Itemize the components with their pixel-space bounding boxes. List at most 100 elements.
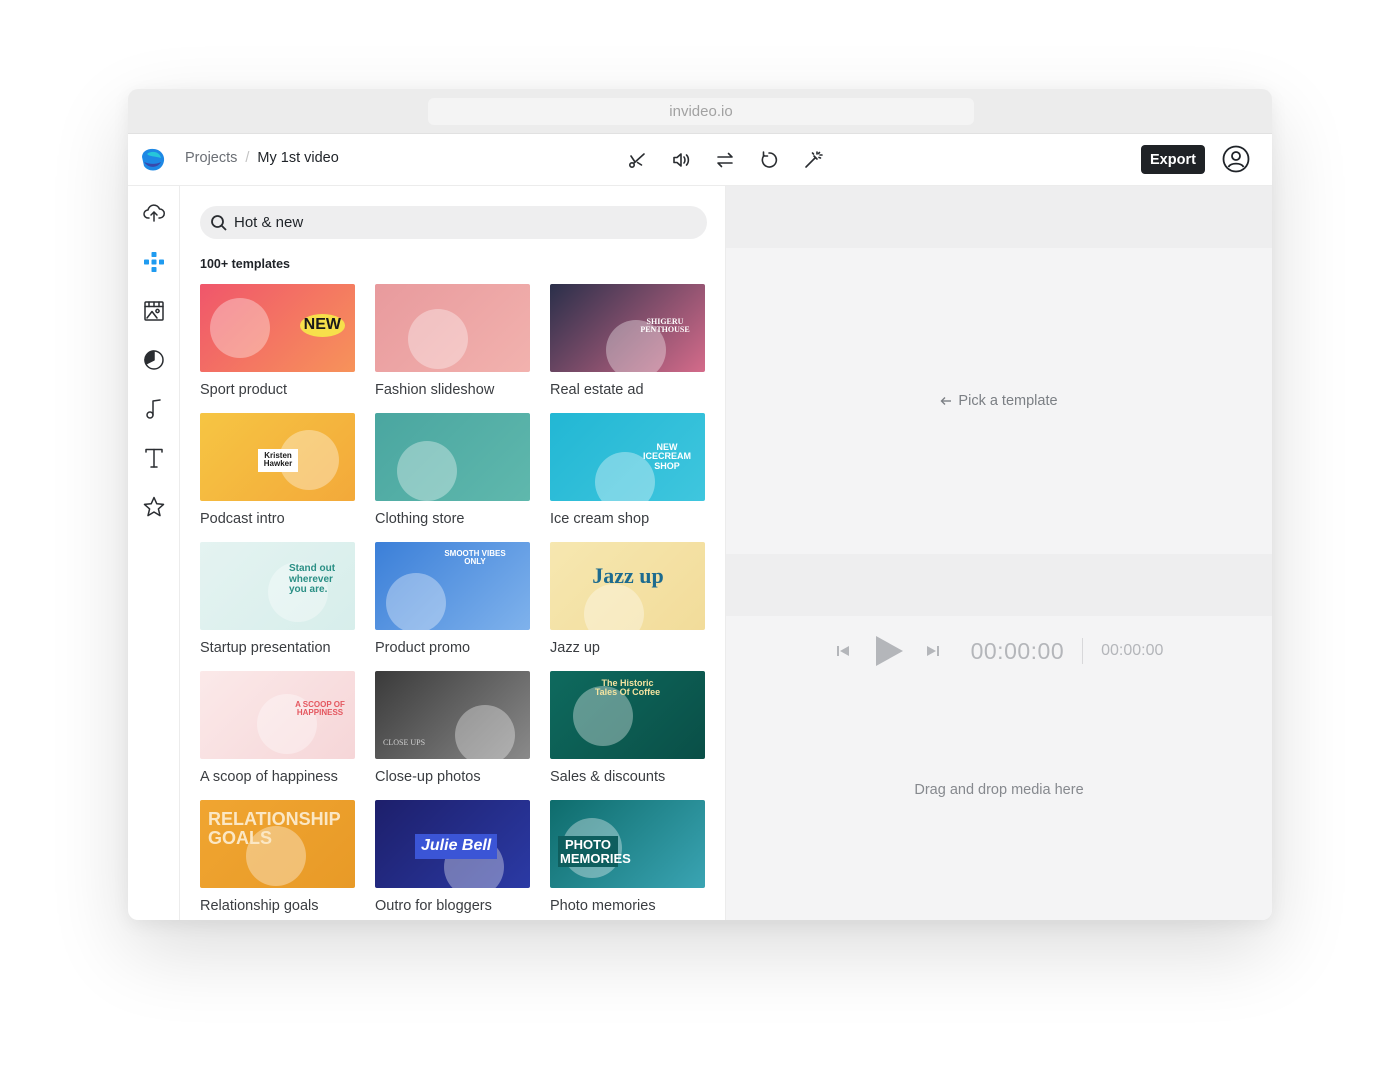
template-card[interactable]: CLOSE UPS Close-up photos — [375, 671, 530, 800]
account-avatar-icon[interactable] — [1222, 145, 1250, 173]
template-thumbnail: Julie Bell — [375, 800, 530, 888]
thumbnail-caption: Jazz up — [592, 563, 664, 588]
media-icon — [144, 301, 164, 321]
template-card[interactable]: PHOTO MEMORIES Photo memories — [550, 800, 705, 920]
template-card[interactable]: Fashion slideshow — [375, 284, 530, 413]
magic-wand-icon — [805, 151, 823, 168]
swap-tool-button[interactable] — [712, 147, 738, 173]
scissors-icon — [628, 153, 645, 169]
thumbnail-caption: SHIGERU PENTHOUSE — [640, 317, 690, 335]
template-card-label: Sport product — [200, 382, 288, 398]
sidebar-item-templates[interactable] — [140, 248, 168, 276]
template-card[interactable]: SHIGERU PENTHOUSE Real estate ad — [550, 284, 705, 413]
template-card-label: A scoop of happiness — [200, 769, 338, 785]
template-thumbnail: The Historic Tales Of Coffee — [550, 671, 705, 759]
template-thumbnail: SMOOTH VIBES ONLY — [375, 542, 530, 630]
sidebar-rail — [128, 186, 180, 920]
template-card[interactable]: Stand out wherever you are. Startup prese… — [200, 542, 355, 671]
split-tool-button[interactable] — [624, 147, 650, 173]
template-thumbnail: Stand out wherever you are. — [200, 542, 355, 630]
rotate-icon — [761, 151, 778, 168]
template-card-label: Jazz up — [550, 640, 600, 656]
timeline-band — [726, 554, 1272, 616]
browser-bar: invideo.io — [128, 89, 1272, 134]
skip-forward-button[interactable] — [925, 643, 941, 659]
preview-area: Pick a template 00:00:00 00:00:00 Drag a… — [726, 186, 1272, 920]
template-thumbnail: Kristen Hawker — [200, 413, 355, 501]
template-card[interactable]: NEW ICECREAM SHOP Ice cream shop — [550, 413, 705, 542]
app-window: invideo.io Projects / My 1st video Expor… — [128, 89, 1272, 920]
pick-template-hint[interactable]: Pick a template — [940, 393, 1058, 409]
preview-canvas: Pick a template — [726, 248, 1272, 554]
thumbnail-caption: SMOOTH VIBES ONLY — [444, 549, 506, 567]
breadcrumb: Projects / My 1st video — [185, 150, 339, 166]
template-card[interactable]: A SCOOP OF HAPPINESS A scoop of happiness — [200, 671, 355, 800]
template-card[interactable]: Clothing store — [375, 413, 530, 542]
template-card[interactable]: The Historic Tales Of Coffee Sales & disc… — [550, 671, 705, 800]
current-time: 00:00:00 — [970, 637, 1065, 664]
invideo-logo-icon[interactable] — [139, 145, 167, 173]
swap-icon — [717, 152, 733, 168]
thumbnail-artwork — [386, 573, 446, 630]
sidebar-item-media[interactable] — [140, 297, 168, 325]
template-thumbnail: CLOSE UPS — [375, 671, 530, 759]
breadcrumb-current-project[interactable]: My 1st video — [257, 150, 338, 166]
drop-zone-hint[interactable]: Drag and drop media here — [726, 782, 1272, 798]
volume-icon — [673, 153, 690, 167]
upload-icon — [143, 204, 165, 222]
template-thumbnail — [375, 284, 530, 372]
skip-back-icon — [836, 646, 849, 656]
volume-tool-button[interactable] — [668, 147, 694, 173]
arrow-left-icon — [940, 397, 952, 405]
export-button[interactable]: Export — [1141, 145, 1205, 174]
template-thumbnail: PHOTO MEMORIES — [550, 800, 705, 888]
template-thumbnail: NEW — [200, 284, 355, 372]
template-card-label: Ice cream shop — [550, 511, 650, 527]
url-bar[interactable]: invideo.io — [428, 98, 974, 125]
preview-header — [726, 186, 1272, 248]
template-thumbnail: RELATIONSHIP GOALS — [200, 800, 355, 888]
music-icon — [146, 399, 161, 419]
editor-body: 100+ templates NEW Sport product Fashion s… — [128, 186, 1272, 920]
template-card[interactable]: RELATIONSHIP GOALS Relationship goals — [200, 800, 355, 920]
breadcrumb-projects-link[interactable]: Projects — [185, 150, 237, 166]
template-thumbnail: SHIGERU PENTHOUSE — [550, 284, 705, 372]
template-card-label: Fashion slideshow — [375, 382, 495, 398]
editor-tools — [624, 147, 826, 173]
template-card-label: Startup presentation — [200, 640, 331, 656]
thumbnail-caption: NEW — [299, 314, 345, 337]
template-card[interactable]: NEW Sport product — [200, 284, 355, 413]
template-card-label: Podcast intro — [200, 511, 285, 527]
template-card-label: Outro for bloggers — [375, 898, 492, 914]
thumbnail-artwork — [210, 298, 270, 358]
thumbnail-artwork — [584, 584, 644, 630]
thumbnail-caption: CLOSE UPS — [383, 738, 426, 747]
sidebar-item-music[interactable] — [140, 395, 168, 423]
template-card[interactable]: Jazz up Jazz up — [550, 542, 705, 671]
sidebar-item-text[interactable] — [140, 444, 168, 472]
magic-tool-button[interactable] — [800, 147, 826, 173]
sidebar-item-favorites[interactable] — [140, 493, 168, 521]
template-search-input[interactable] — [234, 214, 674, 231]
template-card-label: Photo memories — [550, 898, 656, 914]
play-icon — [875, 636, 903, 666]
thumbnail-artwork — [408, 309, 468, 369]
template-card[interactable]: Kristen Hawker Podcast intro — [200, 413, 355, 542]
thumbnail-caption: Kristen Hawker — [258, 449, 298, 472]
templates-icon — [144, 252, 164, 272]
template-card[interactable]: SMOOTH VIBES ONLY Product promo — [375, 542, 530, 671]
sidebar-item-elements[interactable] — [140, 346, 168, 374]
skip-back-button[interactable] — [835, 643, 851, 659]
template-search — [200, 206, 707, 239]
play-button[interactable] — [873, 634, 905, 668]
template-card-label: Product promo — [375, 640, 471, 656]
rotate-tool-button[interactable] — [756, 147, 782, 173]
sidebar-item-upload[interactable] — [140, 199, 168, 227]
template-card[interactable]: Julie Bell Outro for bloggers — [375, 800, 530, 920]
template-card-label: Real estate ad — [550, 382, 644, 398]
thumbnail-artwork — [397, 441, 457, 501]
text-icon — [145, 448, 163, 468]
template-thumbnail: Jazz up — [550, 542, 705, 630]
time-divider — [1082, 638, 1084, 664]
template-grid: NEW Sport product Fashion slideshow SHIGERU… — [200, 284, 710, 920]
